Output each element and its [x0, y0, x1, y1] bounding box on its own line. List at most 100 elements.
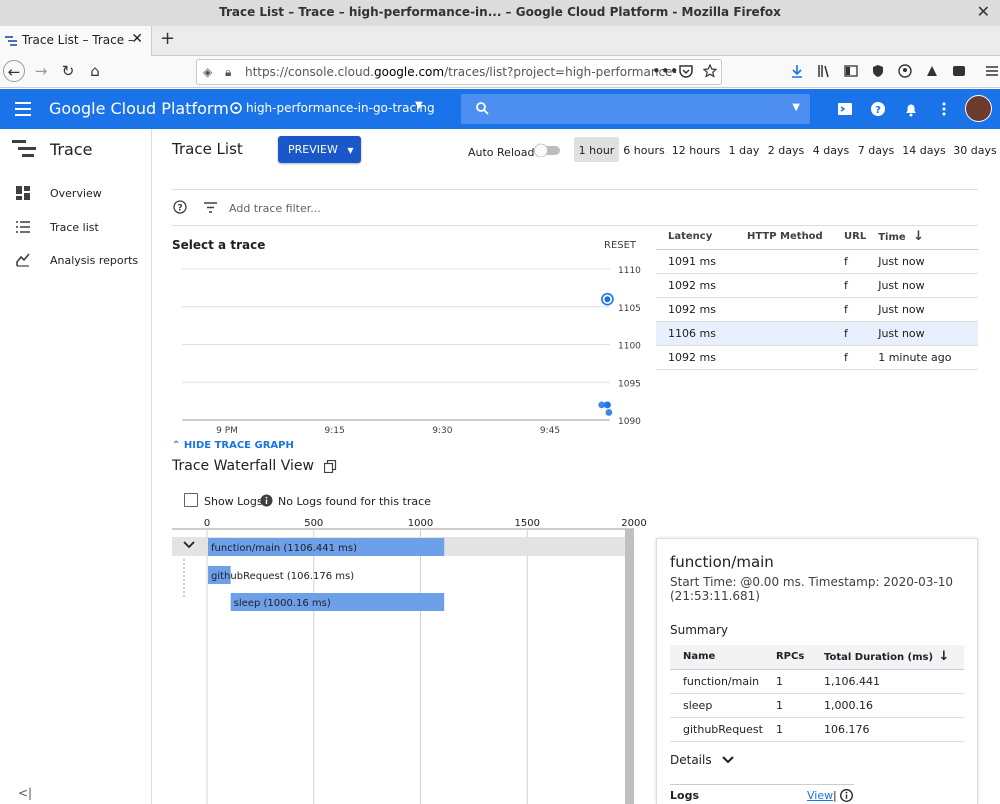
column-header[interactable]: URL: [832, 225, 867, 250]
trace-table: Latency HTTP Method URL Time ↓ 1091 ms f J…: [656, 225, 978, 370]
time-range-button[interactable]: 30 days: [953, 137, 997, 162]
summary-cell-rpcs: 1: [762, 693, 811, 718]
filter-icon[interactable]: [204, 202, 217, 213]
time-range-button[interactable]: 2 days: [767, 137, 805, 162]
shield-icon: ◈: [203, 65, 213, 79]
page-actions-icon[interactable]: •••: [652, 60, 679, 82]
time-range-button[interactable]: 1 day: [728, 137, 760, 162]
no-logs-message: No Logs found for this trace: [278, 495, 431, 508]
back-icon[interactable]: ←: [3, 60, 25, 82]
sidebar-item-overview[interactable]: Overview: [0, 178, 152, 208]
column-header-time[interactable]: Time ↓: [866, 225, 978, 250]
project-dropdown-icon[interactable]: ▼: [415, 100, 423, 111]
trace-cell-method: [735, 345, 832, 370]
trace-cell-url: f: [832, 321, 867, 346]
hamburger-menu-icon[interactable]: [985, 64, 999, 78]
hide-trace-graph-label: HIDE TRACE GRAPH: [183, 440, 294, 451]
downloads-icon[interactable]: [790, 64, 804, 78]
column-header-label: Time: [878, 232, 906, 244]
help-icon[interactable]: ?: [870, 101, 886, 117]
summary-cell-rpcs: 1: [762, 669, 811, 694]
trace-scatter-chart: 1090 1095 1100 1105 1110 9 PM 9:15 9:30 9:45: [182, 266, 641, 436]
data-point[interactable]: [604, 401, 611, 409]
column-header[interactable]: RPCs: [762, 645, 811, 670]
help-outline-icon[interactable]: ?: [173, 200, 187, 214]
details-expand-icon[interactable]: [721, 753, 735, 767]
reload-icon[interactable]: ↻: [57, 60, 79, 82]
avatar[interactable]: [965, 95, 992, 122]
preview-button[interactable]: PREVIEW ▼: [278, 136, 361, 163]
browser-tab-label: Trace List – Trace –: [22, 33, 134, 47]
trace-row[interactable]: 1092 ms f Just now: [656, 297, 978, 322]
data-point[interactable]: [605, 409, 613, 416]
trace-cell-url: f: [832, 273, 867, 298]
list-icon: [16, 221, 30, 233]
summary-row[interactable]: sleep 1 1,000.16: [670, 693, 964, 718]
time-range-button[interactable]: 6 hours: [622, 137, 666, 162]
library-icon[interactable]: [817, 64, 831, 78]
trace-cell-latency: 1106 ms: [656, 321, 735, 346]
container-icon[interactable]: [952, 64, 966, 78]
collapse-sidebar-icon[interactable]: <|: [18, 786, 32, 800]
cloud-shell-icon[interactable]: [837, 101, 853, 117]
notifications-icon[interactable]: [903, 101, 919, 117]
show-logs-checkbox[interactable]: [184, 493, 198, 507]
search-dropdown-icon[interactable]: ▼: [792, 102, 800, 113]
extension-icon[interactable]: [925, 64, 939, 78]
waterfall-tick-label: 1000: [408, 518, 433, 529]
scrollbar[interactable]: [625, 529, 634, 804]
time-range-button[interactable]: 14 days: [902, 137, 946, 162]
pocket-icon[interactable]: [679, 64, 693, 78]
details-label[interactable]: Details: [670, 753, 712, 767]
url-bar[interactable]: ◈ 🔒︎ https://console.cloud.google.com/tr…: [196, 59, 722, 85]
time-range-button[interactable]: 1 hour: [574, 137, 619, 162]
column-header[interactable]: Latency: [656, 225, 735, 250]
reset-button[interactable]: RESET: [604, 240, 636, 251]
column-header[interactable]: Name: [670, 645, 763, 670]
privacy-badger-icon[interactable]: [871, 64, 885, 78]
time-range-button[interactable]: 7 days: [857, 137, 895, 162]
time-range-button[interactable]: 12 hours: [671, 137, 721, 162]
browser-tab[interactable]: Trace List – Trace – ✕: [0, 26, 152, 56]
copy-icon[interactable]: [324, 460, 337, 473]
sidebar-item-trace-list[interactable]: Trace list: [0, 212, 152, 242]
column-header-duration[interactable]: Total Duration (ms) ↓: [810, 645, 964, 670]
account-icon[interactable]: [898, 64, 912, 78]
select-trace-label: Select a trace: [172, 238, 266, 252]
info-icon[interactable]: [260, 494, 273, 507]
main-menu-icon[interactable]: [15, 102, 31, 116]
sidebar-item-analysis-reports[interactable]: Analysis reports: [0, 245, 152, 275]
search-input[interactable]: ▼: [461, 94, 810, 124]
column-header[interactable]: HTTP Method: [735, 225, 832, 250]
more-vert-icon[interactable]: [936, 101, 952, 117]
trace-table-header: Latency HTTP Method URL Time ↓: [656, 225, 978, 250]
forward-icon[interactable]: →: [30, 60, 52, 82]
trace-row[interactable]: 1106 ms f Just now: [656, 321, 978, 346]
waterfall-tick-label: 1500: [515, 518, 540, 529]
y-tick-label: 1105: [618, 304, 641, 314]
new-tab-icon[interactable]: +: [160, 28, 175, 49]
time-range-button[interactable]: 4 days: [812, 137, 850, 162]
trace-row[interactable]: 1092 ms f 1 minute ago: [656, 345, 978, 370]
info-icon[interactable]: [840, 789, 853, 802]
trace-row[interactable]: 1091 ms f Just now: [656, 249, 978, 274]
trace-filter-input[interactable]: Add trace filter...: [229, 202, 321, 215]
sidebar-toggle-icon[interactable]: [844, 64, 858, 78]
home-icon[interactable]: ⌂: [84, 60, 106, 82]
tab-close-icon[interactable]: ✕: [131, 31, 143, 47]
window-close-button[interactable]: ✕: [977, 0, 990, 24]
summary-cell-total: 1,106.441: [810, 669, 964, 694]
hide-trace-graph-button[interactable]: ⌃ HIDE TRACE GRAPH: [172, 440, 294, 451]
auto-reload-toggle[interactable]: [533, 143, 563, 157]
trace-cell-time: Just now: [866, 249, 978, 274]
bookmark-star-icon[interactable]: [703, 64, 717, 78]
trace-row[interactable]: 1092 ms f Just now: [656, 273, 978, 298]
view-logs-link[interactable]: View: [807, 789, 833, 802]
summary-row[interactable]: function/main 1 1,106.441: [670, 669, 964, 694]
gcp-brand[interactable]: Google Cloud Platform: [49, 99, 229, 118]
summary-row[interactable]: githubRequest 1 106.176: [670, 717, 964, 742]
trace-cell-time: 1 minute ago: [866, 345, 978, 370]
project-selector[interactable]: high-performance-in-go-tracing: [246, 101, 435, 115]
span-start-time: Start Time: @0.00 ms. Timestamp: 2020-03…: [670, 575, 954, 603]
trace-cell-method: [735, 249, 832, 274]
